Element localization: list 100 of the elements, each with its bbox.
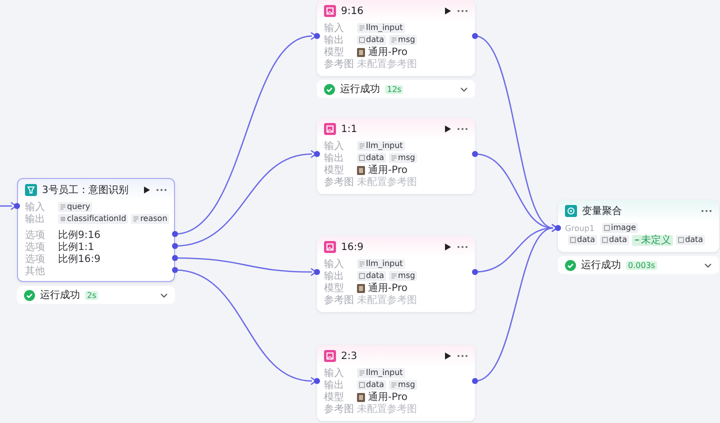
- node-card[interactable]: 变量聚合 Group1 image data data 未定义 data: [558, 200, 719, 252]
- option-text: 比例16:9: [58, 252, 100, 266]
- more-icon[interactable]: [457, 354, 468, 358]
- duration-badge: 2s: [85, 290, 98, 300]
- variable-tag: llm_input: [357, 23, 405, 33]
- port-dot[interactable]: [314, 378, 320, 384]
- variable-tag: image: [602, 223, 638, 233]
- more-icon[interactable]: [457, 9, 468, 13]
- image-icon: [359, 155, 365, 161]
- node-title: 1:1: [341, 124, 358, 134]
- status-text: 运行成功: [40, 288, 80, 302]
- check-icon: [324, 84, 335, 94]
- port-dot[interactable]: [14, 203, 20, 209]
- variable-tag: data: [568, 235, 598, 245]
- node-card[interactable]: 9:16 输入 llm_input 输出 data msg 模型 通用-Pro 参考图 未配置参考图: [317, 0, 475, 76]
- run-status-bar[interactable]: 运行成功 2s: [17, 286, 175, 304]
- node-title: 变量聚合: [582, 204, 622, 218]
- play-icon[interactable]: [143, 186, 151, 194]
- field-label: 选项: [25, 228, 46, 242]
- field-label: 参考图: [324, 58, 354, 71]
- chevron-down-icon[interactable]: [460, 86, 468, 92]
- image-icon: [359, 273, 365, 279]
- node-card[interactable]: 3号员工：意图识别 输入 query 输出 classificationId reason 选项 比例9:16 选项 比例1:1 选项 比例16:9 其他: [17, 178, 175, 282]
- play-icon[interactable]: [444, 243, 452, 251]
- text-icon: [359, 261, 365, 267]
- text-icon: [391, 382, 398, 388]
- field-label: 模型: [324, 282, 345, 294]
- image-icon: [324, 123, 336, 135]
- variable-tag: msg: [389, 153, 418, 163]
- check-icon: [24, 290, 35, 300]
- node-card[interactable]: 1:1 输入 llm_input 输出 data msg 模型 通用-Pro 参考图 未配置参考图: [317, 118, 475, 194]
- variable-tag: llm_input: [357, 141, 405, 151]
- field-label: 参考图: [324, 176, 354, 189]
- variable-tag: data: [357, 35, 386, 45]
- model-avatar-icon: [357, 392, 365, 402]
- play-icon[interactable]: [444, 7, 452, 15]
- image-icon: [359, 382, 365, 388]
- model-name: 通用-Pro: [368, 390, 408, 404]
- variable-tag: data: [357, 271, 386, 281]
- variable-tag: query: [58, 202, 92, 212]
- more-icon[interactable]: [457, 245, 468, 249]
- hint-text: 未配置参考图: [357, 58, 417, 71]
- variable-tag: 未定义: [632, 234, 674, 246]
- status-text: 运行成功: [340, 82, 380, 96]
- variable-tag: msg: [389, 380, 418, 390]
- variable-tag: llm_input: [357, 368, 405, 378]
- dash-icon: [634, 237, 640, 243]
- node-title: 2:3: [341, 350, 358, 362]
- port-dot[interactable]: [314, 33, 320, 39]
- text-icon: [60, 204, 66, 210]
- port-dot[interactable]: [555, 225, 561, 231]
- option-text: 比例9:16: [58, 228, 100, 242]
- hint-text: 未配置参考图: [357, 402, 417, 416]
- variable-tag: llm_input: [357, 259, 405, 269]
- variable-tag: msg: [389, 35, 418, 45]
- image-icon: [678, 237, 684, 243]
- field-label: 选项: [25, 240, 46, 254]
- run-status-bar[interactable]: 运行成功 0.003s: [558, 256, 719, 274]
- image-icon: [324, 5, 336, 17]
- hint-text: 未配置参考图: [357, 176, 417, 189]
- field-label: 选项: [25, 252, 46, 266]
- text-icon: [391, 273, 398, 279]
- variable-tag: classificationId: [58, 214, 128, 224]
- node-title: 16:9: [341, 242, 364, 252]
- duration-badge: 0.003s: [626, 260, 658, 270]
- model-avatar-icon: [357, 166, 365, 174]
- run-status-bar[interactable]: 运行成功 12s: [317, 80, 475, 98]
- option-text: 比例1:1: [58, 240, 94, 254]
- variable-tag: data: [676, 235, 706, 245]
- text-icon: [391, 155, 398, 161]
- image-icon: [324, 241, 336, 253]
- field-label: 模型: [324, 164, 345, 176]
- funnel-icon: [25, 184, 37, 196]
- hint-text: 未配置参考图: [357, 294, 417, 307]
- node-card[interactable]: 2:3 输入 llm_input 输出 data msg 模型 通用-Pro 参考图 未配置参考图: [317, 345, 475, 421]
- model-name: 通用-Pro: [368, 46, 408, 58]
- chevron-down-icon[interactable]: [704, 262, 712, 268]
- chevron-down-icon[interactable]: [160, 292, 168, 298]
- status-text: 运行成功: [581, 258, 621, 272]
- port-dot[interactable]: [314, 269, 320, 275]
- field-label: 参考图: [324, 294, 354, 307]
- field-label: 输入: [324, 22, 345, 34]
- variable-tag: reason: [131, 214, 170, 224]
- variable-tag: data: [357, 153, 386, 163]
- field-label: 输出: [324, 378, 345, 392]
- image-icon: [324, 350, 336, 362]
- more-icon[interactable]: [701, 209, 712, 213]
- field-label: 输出: [324, 152, 345, 164]
- node-title: 3号员工：意图识别: [42, 184, 128, 197]
- text-icon: [359, 143, 365, 149]
- field-label: 输入: [324, 140, 345, 152]
- more-icon[interactable]: [457, 127, 468, 131]
- port-dot[interactable]: [314, 151, 320, 157]
- image-icon: [570, 237, 576, 243]
- field-label: 输出: [25, 212, 46, 226]
- play-icon[interactable]: [444, 352, 452, 360]
- more-icon[interactable]: [156, 188, 167, 192]
- play-icon[interactable]: [444, 125, 452, 133]
- field-label: 其他: [25, 264, 46, 278]
- node-card[interactable]: 16:9 输入 llm_input 输出 data msg 模型 通用-Pro 参考图 未配置参考图: [317, 236, 475, 312]
